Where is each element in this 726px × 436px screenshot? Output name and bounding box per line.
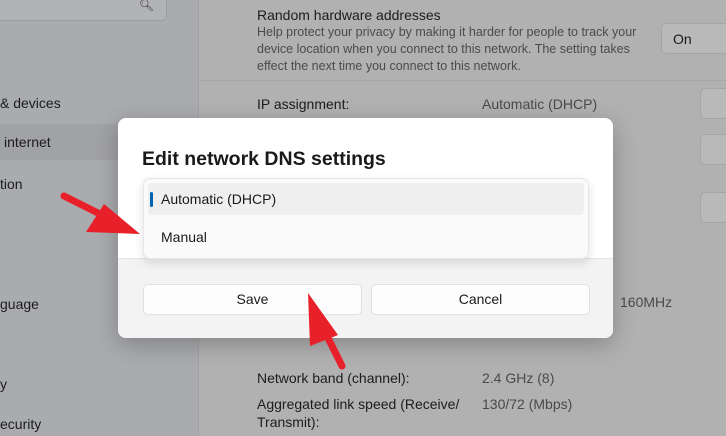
ip-value: Automatic (DHCP) xyxy=(482,96,598,112)
dialog-title: Edit network DNS settings xyxy=(142,148,386,170)
speed-label-2: Transmit): xyxy=(257,414,320,430)
sidebar-item-label: y xyxy=(0,376,7,392)
sidebar-item-accessibility[interactable]: y xyxy=(0,376,7,392)
sidebar-item-label: & devices xyxy=(0,95,61,111)
sidebar-item-security[interactable]: ecurity xyxy=(0,416,41,432)
search-icon: 🔍︎ xyxy=(138,0,154,12)
speed-value: 130/72 (Mbps) xyxy=(482,396,573,412)
band-value: 2.4 GHz (8) xyxy=(482,370,555,386)
save-button[interactable]: Save xyxy=(143,284,362,315)
edit-dns-button[interactable] xyxy=(700,134,726,165)
cancel-button[interactable]: Cancel xyxy=(371,284,590,315)
sidebar-item-language[interactable]: guage xyxy=(0,296,39,312)
random-hw-value: On xyxy=(673,31,692,47)
sidebar-item-personalization[interactable]: tion xyxy=(0,176,23,192)
copy-button[interactable] xyxy=(700,192,726,223)
ip-label: IP assignment: xyxy=(257,96,350,112)
bandwidth-value: 160MHz xyxy=(620,294,673,310)
edit-ip-button[interactable] xyxy=(700,88,726,119)
sidebar-item-label: guage xyxy=(0,296,39,312)
random-hw-dropdown[interactable]: On xyxy=(661,23,726,54)
divider xyxy=(200,80,726,81)
edit-dns-dialog: Edit network DNS settings Automatic (DHC… xyxy=(118,118,613,338)
random-hw-desc: Help protect your privacy by making it h… xyxy=(257,25,637,73)
band-label: Network band (channel): xyxy=(257,370,410,386)
option-manual[interactable]: Manual xyxy=(148,221,584,253)
sidebar-item-label: ecurity xyxy=(0,416,42,432)
option-label: Automatic (DHCP) xyxy=(161,191,277,207)
sidebar-item-devices[interactable]: & devices xyxy=(0,95,61,111)
option-automatic[interactable]: Automatic (DHCP) xyxy=(148,183,584,215)
option-label: Manual xyxy=(161,229,207,245)
sidebar-item-label: tion xyxy=(0,176,23,192)
speed-label: Aggregated link speed (Receive/ xyxy=(257,396,460,412)
sidebar-item-label: internet xyxy=(4,134,51,150)
random-hw-title: Random hardware addresses xyxy=(257,7,441,23)
search-input[interactable]: 🔍︎ xyxy=(0,0,167,21)
dns-mode-dropdown-list[interactable]: Automatic (DHCP) Manual xyxy=(143,178,589,259)
